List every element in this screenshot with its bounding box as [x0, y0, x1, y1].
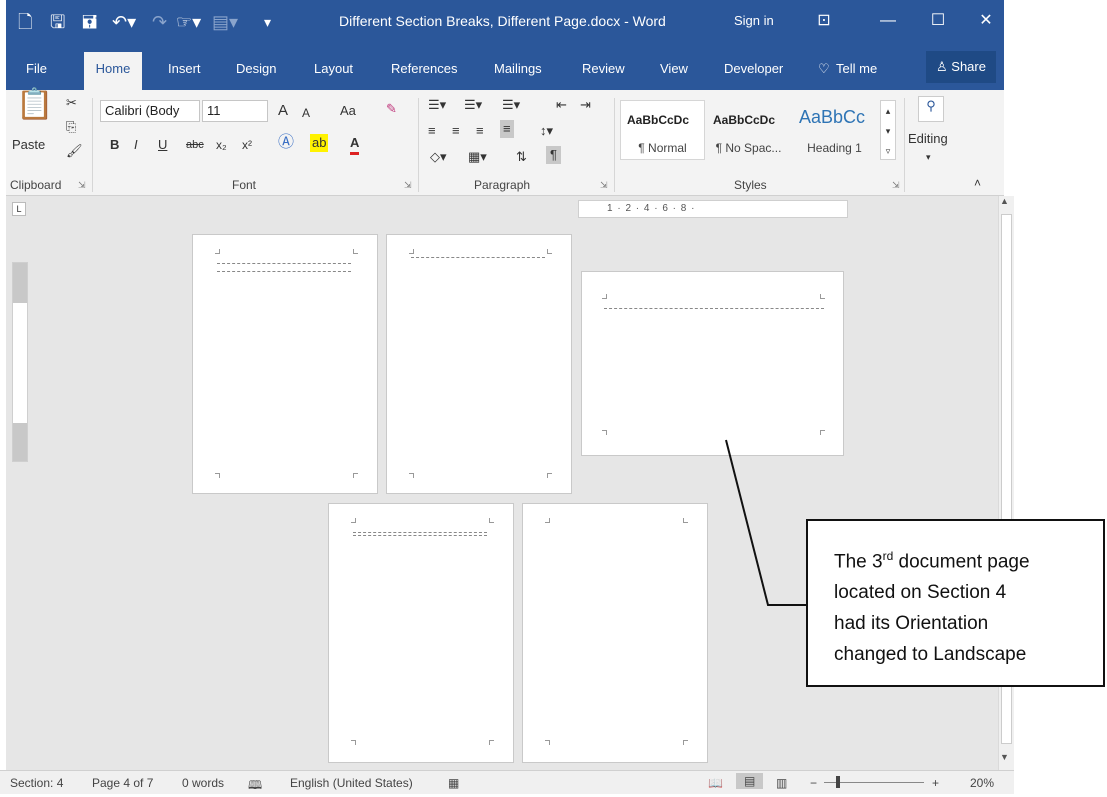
- callout-line-4: changed to Landscape: [834, 644, 1027, 666]
- callout-text: The 3rd document page located on Section…: [834, 541, 1030, 670]
- annotation-callout: The 3rd document page located on Section…: [806, 519, 1105, 687]
- callout-line-3: had its Orientation: [834, 613, 989, 635]
- callout-line-2: located on Section 4: [834, 582, 1007, 604]
- callout-line-1-end: document page: [893, 551, 1030, 573]
- callout-line-1: The 3: [834, 551, 883, 573]
- callout-superscript: rd: [882, 549, 894, 563]
